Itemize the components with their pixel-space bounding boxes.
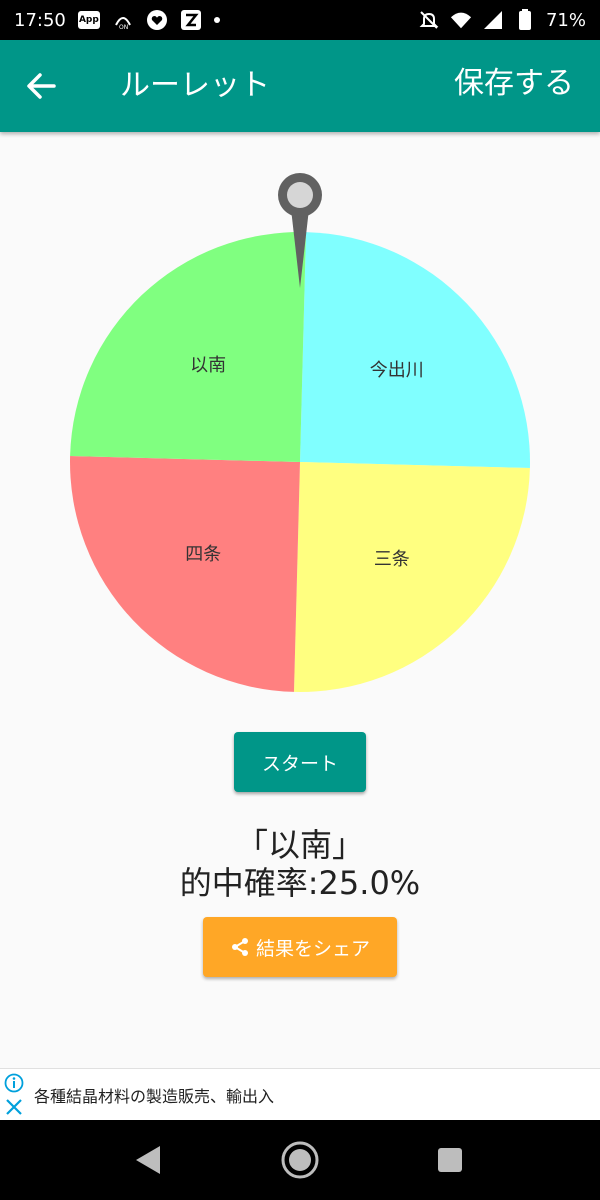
s-icon [180,9,202,31]
roulette-segment-label: 三条 [374,549,410,570]
heart-icon [146,9,168,31]
system-nav-bar [0,1120,600,1200]
nav-home-icon[interactable] [280,1140,320,1180]
roulette-segment-label: 今出川 [370,360,424,381]
wifi-icon [450,9,472,31]
roulette-wheel[interactable]: 今出川三条 四条 以南 [60,170,540,700]
nav-back-icon[interactable] [134,1144,164,1176]
result-probability: 的中確率:25.0% [179,864,421,902]
roulette-segment-label: 以南 [190,355,226,376]
nfc-icon: ON [112,9,134,31]
status-bar: 17:50 App ON 71% [0,0,600,40]
arrow-left-icon [27,73,56,99]
signal-icon [482,9,504,31]
mute-icon [418,9,440,31]
roulette-segment-label: 四条 [185,544,221,565]
result-area: 「以南」 的中確率:25.0% [0,826,600,902]
page-title: ルーレット [120,68,270,103]
result-selected: 「以南」 [235,826,364,864]
app-icon: App [77,11,100,29]
roulette-segment [70,232,307,462]
app-bar: ルーレット 保存する [0,40,600,132]
svg-text:ON: ON [119,24,128,31]
start-button[interactable]: スタート [234,732,366,792]
nav-recents-icon[interactable] [437,1147,463,1173]
pointer-head-inner [287,182,313,208]
close-icon[interactable] [4,1097,24,1117]
roulette-segment [293,462,530,692]
battery-percent: 71% [545,9,586,31]
battery-icon [514,9,536,31]
ad-banner[interactable]: 各種結晶材料の製造販売、輸出入 [0,1068,600,1121]
dot-icon [213,17,220,23]
share-label: 結果をシェア [255,937,370,960]
ad-text[interactable]: 各種結晶材料の製造販売、輸出入 [34,1083,274,1107]
share-button[interactable]: 結果をシェア [203,917,397,977]
save-button[interactable]: 保存する [454,58,574,102]
share-icon [231,938,248,956]
status-time: 17:50 [14,9,66,31]
roulette-segment [70,455,301,692]
back-button[interactable] [22,66,62,106]
roulette-segment [300,232,530,469]
roulette-svg: 今出川三条 四条 以南 [70,173,530,692]
info-icon[interactable] [4,1073,24,1093]
